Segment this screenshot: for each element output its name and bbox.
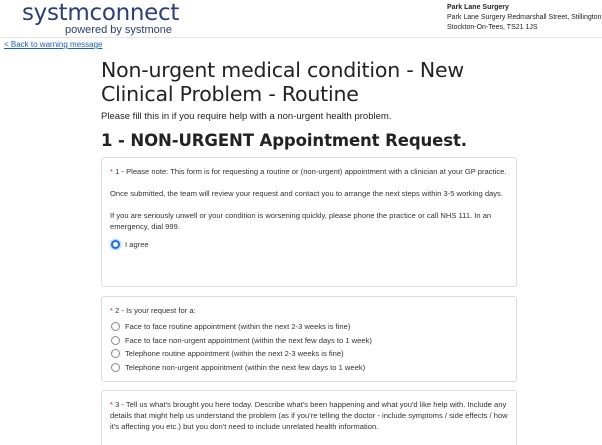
agree-radio-button[interactable] — [111, 240, 120, 250]
radio-button[interactable] — [111, 335, 120, 345]
section-title: 1 - NON-URGENT Appointment Request. — [101, 131, 467, 150]
practice-details: Park Lane Surgery Park Lane Surgery Redm… — [447, 3, 602, 33]
q1-para-1-text: 1 - Please note: This form is for reques… — [115, 167, 507, 176]
back-to-warning-link[interactable]: < Back to warning message — [4, 40, 103, 49]
systmconnect-logo[interactable]: systmconnect powered by systmone — [22, 0, 180, 36]
logo-wordmark: systmconnect — [22, 0, 180, 26]
radio-button[interactable] — [111, 349, 120, 359]
question-2-card: * 2 - Is your request for a: Face to fac… — [101, 296, 517, 382]
q2-option-telephone-routine[interactable]: Telephone routine appointment (within th… — [110, 347, 508, 361]
radio-button[interactable] — [111, 362, 120, 372]
q3-text-body: 3 - Tell us what's brought you here toda… — [110, 400, 508, 431]
q3-text: * 3 - Tell us what's brought you here to… — [110, 399, 508, 432]
question-1-card: * 1 - Please note: This form is for requ… — [101, 157, 517, 287]
radio-button[interactable] — [111, 322, 120, 332]
practice-address-line-2: Stockton-On-Tees, TS21 1JS — [447, 24, 538, 31]
form-container: Non-urgent medical condition - New Clini… — [101, 58, 517, 445]
option-label: Telephone non-urgent appointment (within… — [125, 362, 366, 372]
q1-para-1: * 1 - Please note: This form is for requ… — [110, 166, 508, 177]
page-subtitle: Please fill this in if you require help … — [101, 111, 392, 122]
q2-label-text: 2 - Is your request for a: — [115, 306, 196, 315]
q2-option-face-non-urgent[interactable]: Face to face non-urgent appointment (wit… — [110, 334, 508, 348]
site-header: systmconnect powered by systmone Park La… — [0, 0, 602, 38]
page-title: Non-urgent medical condition - New Clini… — [101, 58, 464, 106]
option-label: Telephone routine appointment (within th… — [125, 349, 344, 359]
q1-para-3: If you are seriously unwell or your cond… — [110, 211, 492, 231]
required-mark: * — [110, 400, 113, 409]
agree-label: I agree — [125, 240, 149, 250]
agree-radio-option[interactable]: I agree — [110, 238, 508, 252]
option-label: Face to face non-urgent appointment (wit… — [125, 335, 372, 345]
required-mark: * — [110, 167, 113, 176]
q2-label: * 2 - Is your request for a: — [110, 305, 508, 316]
required-mark: * — [110, 306, 113, 315]
practice-address-line-1: Park Lane Surgery Redmarshall Street, St… — [447, 14, 602, 21]
practice-name: Park Lane Surgery — [447, 4, 509, 11]
question-3-card: * 3 - Tell us what's brought you here to… — [101, 390, 517, 445]
option-label: Face to face routine appointment (within… — [125, 322, 351, 332]
q2-option-face-routine[interactable]: Face to face routine appointment (within… — [110, 320, 508, 334]
q2-option-telephone-non-urgent[interactable]: Telephone non-urgent appointment (within… — [110, 361, 508, 375]
q1-para-2: Once submitted, the team will review you… — [110, 189, 503, 198]
logo-tagline: powered by systmone — [65, 24, 172, 36]
